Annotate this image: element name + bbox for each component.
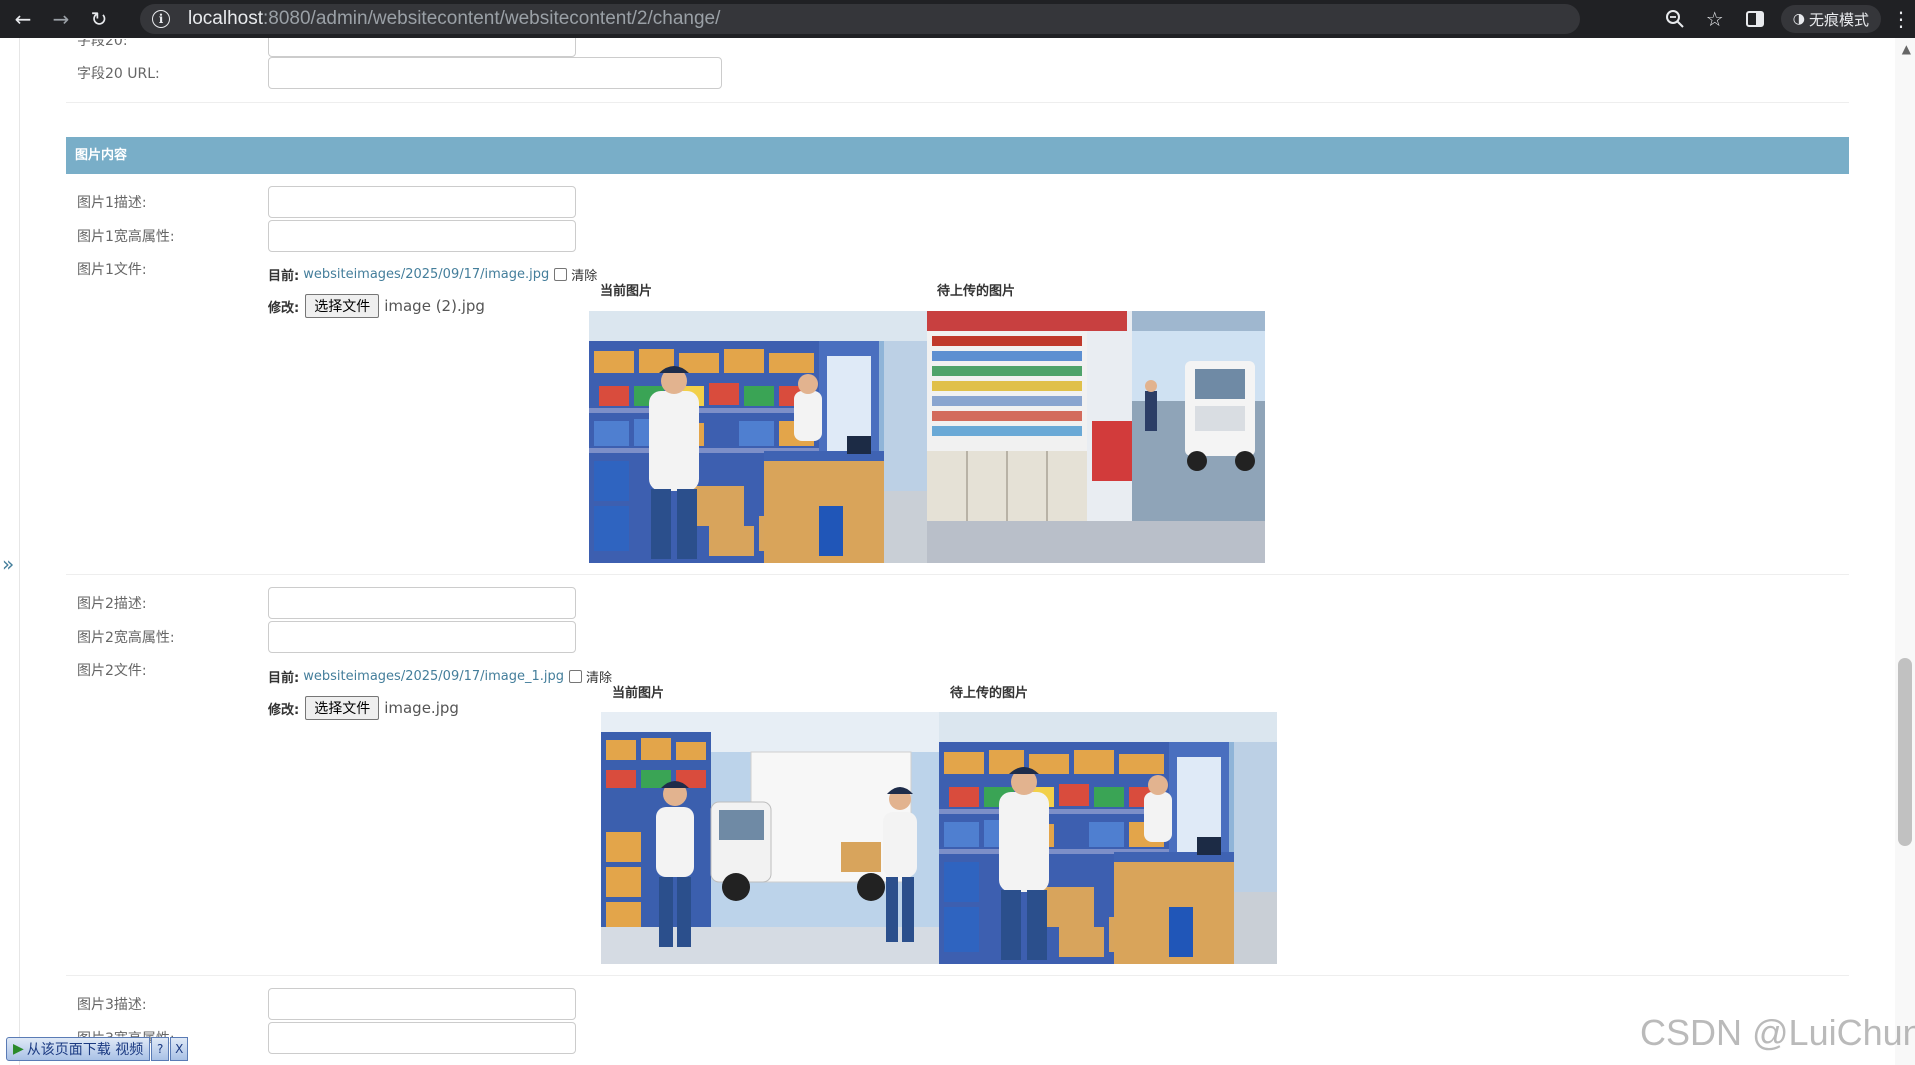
image1-current-row: 目前: websiteimages/2025/09/17/image.jpg 清…	[268, 265, 597, 284]
video-download-button[interactable]: ▶ 从该页面下载 视频	[6, 1037, 151, 1061]
video-download-label: 从该页面下载 视频	[26, 1042, 144, 1058]
section-header-image-content: 图片内容	[66, 137, 1849, 174]
menu-kebab-icon[interactable]: ⋮	[1887, 7, 1915, 31]
download-help-button[interactable]: ?	[151, 1037, 170, 1061]
image1-choose-file-button[interactable]: 选择文件	[305, 294, 380, 318]
field20-url-label: 字段20 URL:	[77, 66, 160, 82]
image2-chosen-filename: image.jpg	[384, 699, 459, 717]
incognito-icon: ◑	[1792, 11, 1805, 27]
sidebar-divider	[19, 38, 20, 1065]
video-download-bar: ▶ 从该页面下载 视频 ? X	[6, 1037, 189, 1061]
clear-label: 清除	[571, 269, 598, 284]
image2-clear-checkbox[interactable]	[569, 670, 583, 683]
browser-toolbar: ← → ↻ i localhost:8080/admin/websitecont…	[0, 0, 1915, 38]
image2-desc-label: 图片2描述:	[77, 596, 147, 612]
incognito-badge[interactable]: ◑ 无痕模式	[1780, 5, 1881, 33]
image2-size-label: 图片2宽高属性:	[77, 630, 175, 646]
url-path: :8080/admin/websitecontent/websiteconten…	[263, 8, 721, 29]
bookmark-star-icon[interactable]: ☆	[1695, 7, 1735, 31]
change-label: 修改:	[268, 300, 300, 316]
row-divider	[66, 975, 1849, 976]
address-bar[interactable]: i localhost:8080/admin/websitecontent/we…	[140, 4, 1580, 34]
zoom-icon[interactable]	[1655, 9, 1695, 29]
play-icon: ▶	[13, 1041, 24, 1057]
image1-current-preview-title: 当前图片	[600, 284, 653, 299]
image1-file-label: 图片1文件:	[77, 262, 147, 278]
page-scrollbar[interactable]	[1895, 38, 1915, 1065]
image2-file-label: 图片2文件:	[77, 663, 147, 679]
image2-choose-file-button[interactable]: 选择文件	[305, 696, 380, 720]
scroll-up-arrow-icon[interactable]: ▲	[1902, 42, 1911, 56]
image1-pending-preview-title: 待上传的图片	[937, 284, 1016, 299]
csdn-watermark: CSDN @LuiChun	[1640, 1012, 1915, 1053]
image1-size-label: 图片1宽高属性:	[77, 229, 175, 245]
image2-size-input[interactable]	[268, 621, 576, 653]
change-label: 修改:	[268, 702, 300, 718]
image1-desc-input[interactable]	[268, 186, 576, 218]
image1-desc-label: 图片1描述:	[77, 195, 147, 211]
image1-current-link[interactable]: websiteimages/2025/09/17/image.jpg	[303, 267, 549, 282]
image1-chosen-filename: image (2).jpg	[384, 297, 485, 315]
image2-current-row: 目前: websiteimages/2025/09/17/image_1.jpg…	[268, 667, 612, 686]
image3-desc-label: 图片3描述:	[77, 997, 147, 1013]
image1-change-row: 修改: 选择文件 image (2).jpg	[268, 294, 485, 318]
image1-clear-checkbox[interactable]	[554, 268, 568, 281]
url-host: localhost	[188, 8, 263, 29]
image1-size-input[interactable]	[268, 220, 576, 252]
image2-pending-preview-title: 待上传的图片	[950, 686, 1029, 701]
back-arrow-icon[interactable]: ←	[8, 4, 38, 34]
download-close-button[interactable]: X	[170, 1037, 189, 1061]
image1-current-preview	[589, 311, 927, 563]
image2-change-row: 修改: 选择文件 image.jpg	[268, 696, 459, 720]
field20-url-input[interactable]	[268, 57, 722, 89]
row-divider	[66, 102, 1849, 103]
incognito-label: 无痕模式	[1808, 10, 1869, 29]
forward-arrow-icon[interactable]: →	[46, 4, 76, 34]
image2-current-preview	[601, 712, 939, 964]
image2-current-preview-title: 当前图片	[612, 686, 665, 701]
image1-pending-preview	[927, 311, 1265, 563]
scrollbar-thumb[interactable]	[1898, 658, 1912, 846]
side-panel-icon[interactable]	[1735, 10, 1775, 28]
row-divider	[66, 574, 1849, 575]
sidebar-toggle-icon[interactable]: »	[2, 552, 14, 576]
current-label: 目前:	[268, 269, 300, 284]
image2-pending-preview	[939, 712, 1277, 964]
clear-label: 清除	[586, 671, 613, 686]
image3-size-input[interactable]	[268, 1022, 576, 1054]
site-info-icon[interactable]: i	[152, 10, 170, 28]
reload-icon[interactable]: ↻	[84, 4, 114, 34]
image2-desc-input[interactable]	[268, 587, 576, 619]
image3-desc-input[interactable]	[268, 988, 576, 1020]
current-label: 目前:	[268, 671, 300, 686]
image2-current-link[interactable]: websiteimages/2025/09/17/image_1.jpg	[303, 669, 564, 684]
